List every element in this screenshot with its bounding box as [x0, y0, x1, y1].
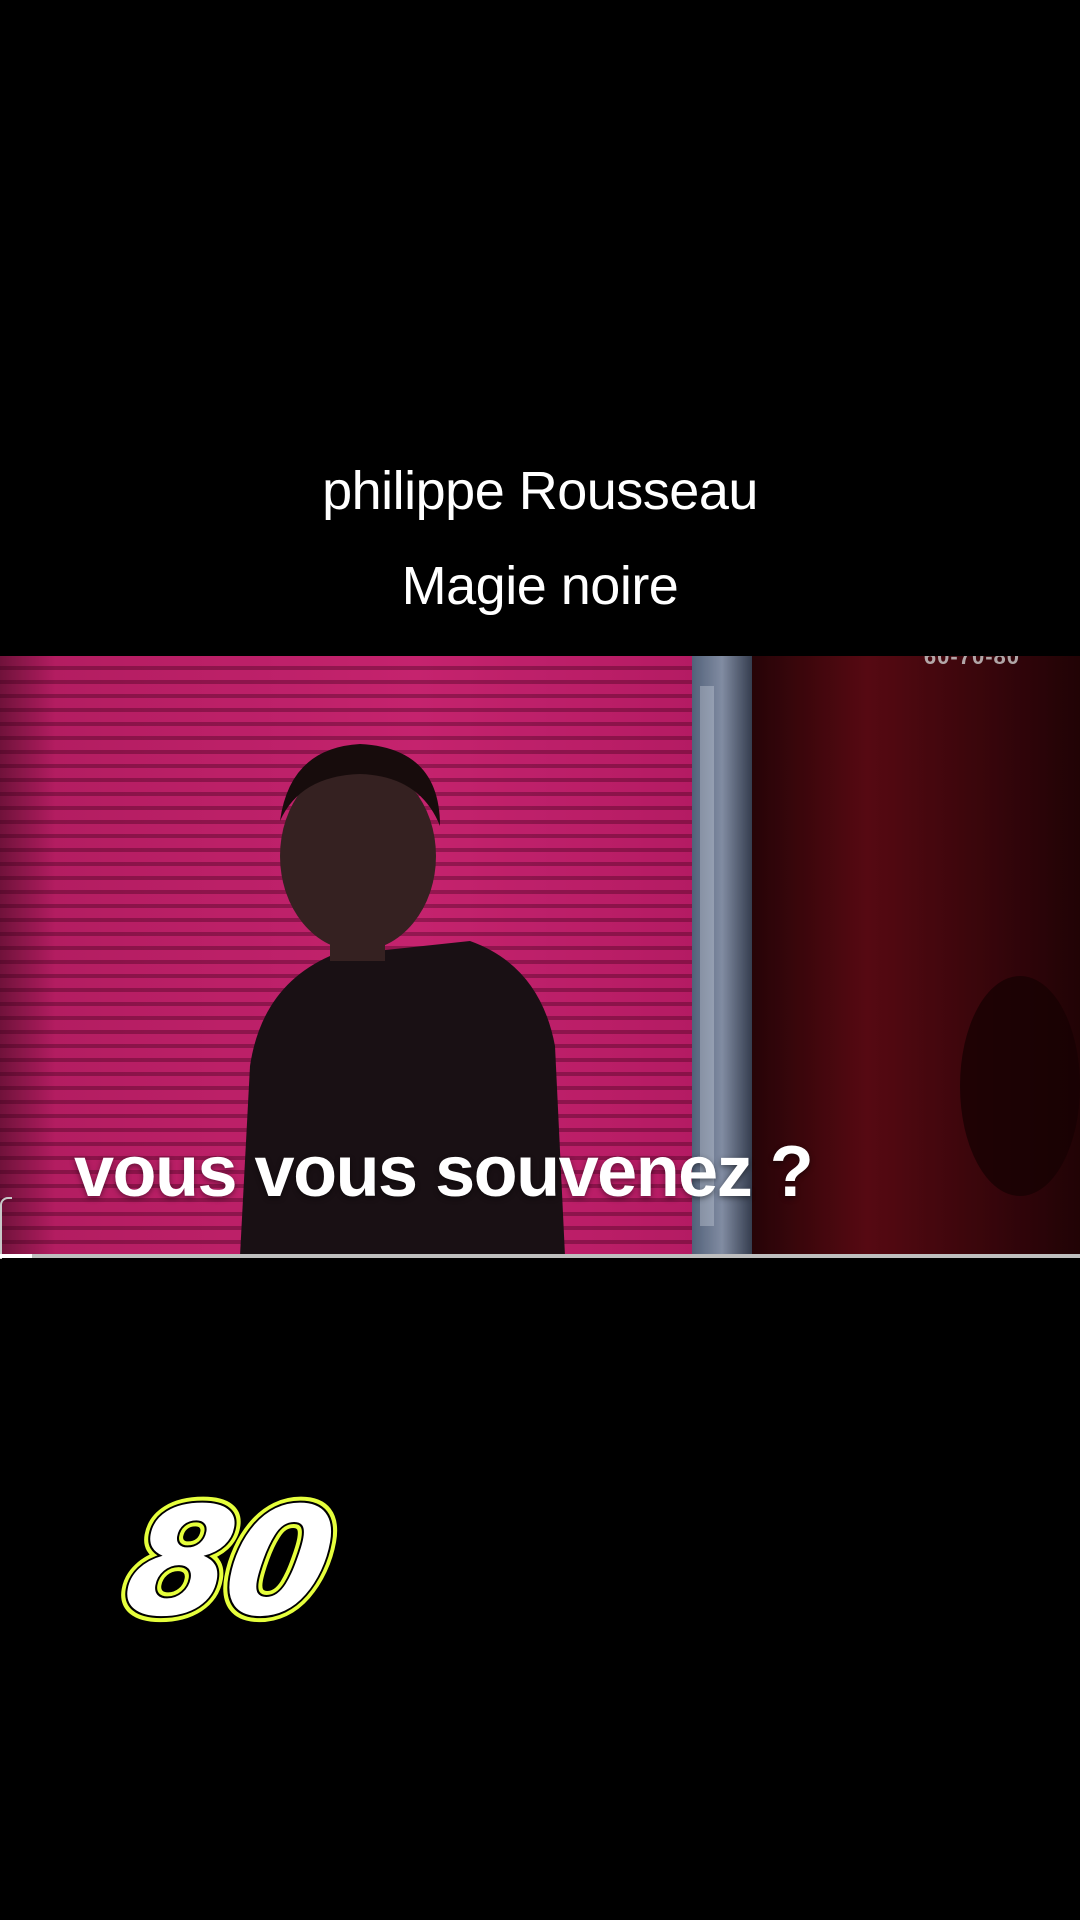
caption-subtitle: Magie noire: [401, 556, 679, 616]
caption-title: philippe Rousseau: [322, 461, 758, 521]
decade-80-badge-icon: 80 80: [108, 1480, 342, 1640]
progress-handle[interactable]: [0, 1197, 12, 1259]
video-overlay-text: vous vous souvenez ?: [74, 1132, 814, 1212]
video-progress-bar[interactable]: [0, 1254, 1080, 1258]
channel-watermark: 60-70-80: [923, 656, 1020, 669]
decade-80-badge: 80 80: [92, 1480, 342, 1640]
badge-text-inner: 80: [114, 1480, 342, 1640]
video-frame[interactable]: 60-70-80 vous vous souvenez ?: [0, 656, 1080, 1256]
video-progress-fill: [0, 1254, 33, 1258]
